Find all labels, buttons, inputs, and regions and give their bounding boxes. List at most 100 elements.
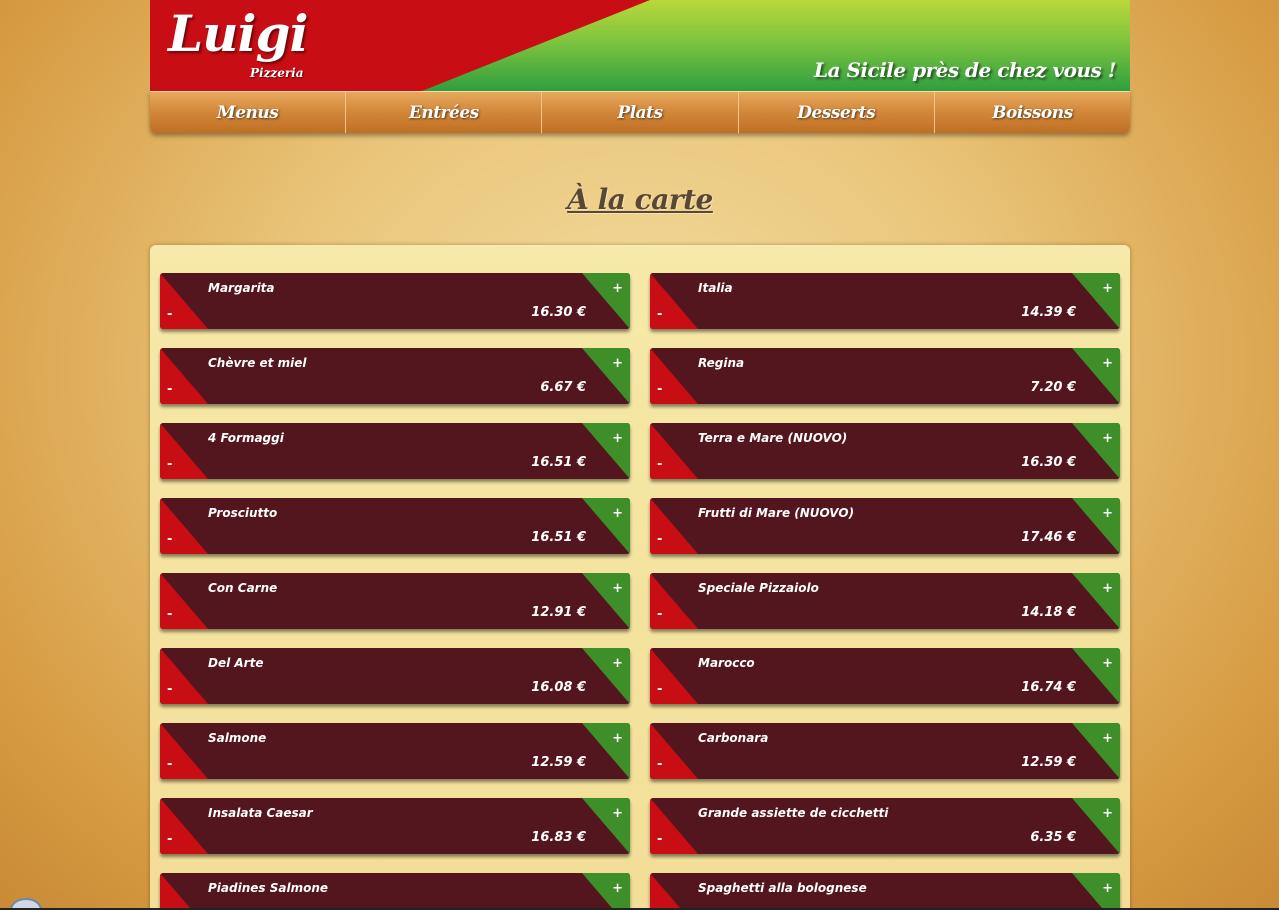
menu-item-name: Marocco (698, 656, 755, 670)
menu-item-card: - + Regina 7.20 € (650, 348, 1120, 404)
menu-item-card: - + Carbonara 12.59 € (650, 723, 1120, 779)
minus-icon[interactable]: - (167, 607, 172, 622)
decrease-quantity-button[interactable] (160, 873, 208, 910)
menu-item-price: 14.18 € (1021, 605, 1076, 620)
plus-icon[interactable]: + (1102, 581, 1113, 596)
menu-item-price: 12.59 € (531, 755, 586, 770)
menu-item-card: - + Grande assiette de cicchetti 6.35 € (650, 798, 1120, 854)
menu-item-card: -+Spaghetti alla bolognese (650, 873, 1120, 910)
plus-icon[interactable]: + (1102, 881, 1113, 896)
menu-item-name: Piadines Salmone (208, 881, 328, 895)
logo-subtitle: Pizzeria (250, 66, 304, 80)
nav-item-desserts[interactable]: Desserts (739, 92, 935, 133)
menu-item-card: - + Prosciutto 16.51 € (160, 498, 630, 554)
menu-item-card: - + Italia 14.39 € (650, 273, 1120, 329)
plus-icon[interactable]: + (612, 581, 623, 596)
menu-item-name: Insalata Caesar (208, 806, 313, 820)
menu-panel: - + Margarita 16.30 € - + Italia 14.39 € - + Chèvr… (150, 245, 1130, 910)
menu-item-card: - + Frutti di Mare (NUOVO) 17.46 € (650, 498, 1120, 554)
minus-icon[interactable]: - (167, 532, 172, 547)
menu-item-card: - +4 Formaggi 16.51 € (160, 423, 630, 479)
menu-item-price: 12.91 € (531, 605, 586, 620)
menu-item-price: 16.74 € (1021, 680, 1076, 695)
menu-item-card: - + Marocco 16.74 € (650, 648, 1120, 704)
menu-item-price: 6.35 € (1030, 830, 1076, 845)
plus-icon[interactable]: + (1102, 356, 1113, 371)
minus-icon[interactable]: - (657, 307, 662, 322)
menu-item-name: Italia (698, 281, 733, 295)
menu-item-name: Speciale Pizzaiolo (698, 581, 819, 595)
menu-item-price: 12.59 € (1021, 755, 1076, 770)
plus-icon[interactable]: + (1102, 281, 1113, 296)
menu-item-name: Spaghetti alla bolognese (698, 881, 867, 895)
nav-item-plats[interactable]: Plats (542, 92, 739, 133)
minus-icon[interactable]: - (167, 682, 172, 697)
menu-item-card: - + Insalata Caesar 16.83 € (160, 798, 630, 854)
menu-item-name: Salmone (208, 731, 267, 745)
menu-item-name: Prosciutto (208, 506, 278, 520)
menu-item-name: Del Arte (208, 656, 264, 670)
nav-item-entrees[interactable]: Entrées (346, 92, 543, 133)
menu-item-price: 16.51 € (531, 530, 586, 545)
menu-item-name: 4 Formaggi (208, 431, 284, 445)
menu-item-name: Terra e Mare (NUOVO) (698, 431, 848, 445)
minus-icon[interactable]: - (657, 682, 662, 697)
minus-icon[interactable]: - (167, 307, 172, 322)
minus-icon[interactable]: - (167, 457, 172, 472)
minus-icon[interactable]: - (657, 757, 662, 772)
minus-icon[interactable]: - (167, 832, 172, 847)
menu-item-price: 7.20 € (1030, 380, 1076, 395)
minus-icon[interactable]: - (657, 607, 662, 622)
minus-icon[interactable]: - (167, 382, 172, 397)
plus-icon[interactable]: + (612, 731, 623, 746)
menu-item-price: 14.39 € (1021, 305, 1076, 320)
minus-icon[interactable]: - (657, 457, 662, 472)
site-tagline: La Sicile près de chez vous ! (814, 58, 1117, 82)
menu-item-name: Margarita (208, 281, 275, 295)
nav-item-menus[interactable]: Menus (150, 92, 347, 133)
menu-item-name: Carbonara (698, 731, 769, 745)
menu-item-card: -+Piadines Salmone (160, 873, 630, 910)
plus-icon[interactable]: + (612, 506, 623, 521)
menu-item-card: - + Chèvre et miel 6.67 € (160, 348, 630, 404)
menu-item-name: Frutti di Mare (NUOVO) (698, 506, 855, 520)
menu-item-name: Con Carne (208, 581, 278, 595)
site-header: Luigi Pizzeria La Sicile près de chez vo… (150, 0, 1130, 91)
menu-item-name: Chèvre et miel (208, 356, 307, 370)
menu-item-name: Grande assiette de cicchetti (698, 806, 889, 820)
page-header-area: Luigi Pizzeria La Sicile près de chez vo… (150, 0, 1130, 216)
menu-item-card: - + Speciale Pizzaiolo 14.18 € (650, 573, 1120, 629)
site-logo[interactable]: Luigi (168, 4, 308, 63)
minus-icon[interactable]: - (657, 382, 662, 397)
menu-item-price: 17.46 € (1021, 530, 1076, 545)
plus-icon[interactable]: + (612, 656, 623, 671)
menu-item-card: - + Del Arte 16.08 € (160, 648, 630, 704)
menu-item-price: 16.83 € (531, 830, 586, 845)
decrease-quantity-button[interactable] (650, 873, 698, 910)
menu-item-name: Regina (698, 356, 745, 370)
minus-icon[interactable]: - (167, 757, 172, 772)
menu-item-price: 16.51 € (531, 455, 586, 470)
menu-item-card: - + Salmone 12.59 € (160, 723, 630, 779)
plus-icon[interactable]: + (1102, 656, 1113, 671)
minus-icon[interactable]: - (657, 832, 662, 847)
plus-icon[interactable]: + (1102, 431, 1113, 446)
menu-item-price: 16.30 € (531, 305, 586, 320)
plus-icon[interactable]: + (612, 356, 623, 371)
plus-icon[interactable]: + (1102, 731, 1113, 746)
menu-grid: - + Margarita 16.30 € - + Italia 14.39 € - + Chèvr… (160, 273, 1120, 910)
menu-item-card: - + Terra e Mare (NUOVO) 16.30 € (650, 423, 1120, 479)
menu-item-card: - + Con Carne 12.91 € (160, 573, 630, 629)
menu-item-card: - + Margarita 16.30 € (160, 273, 630, 329)
main-nav: Menus Entrées Plats Desserts Boissons (150, 91, 1130, 133)
nav-item-boissons[interactable]: Boissons (935, 92, 1130, 133)
plus-icon[interactable]: + (612, 806, 623, 821)
minus-icon[interactable]: - (657, 532, 662, 547)
plus-icon[interactable]: + (612, 281, 623, 296)
plus-icon[interactable]: + (1102, 806, 1113, 821)
page-title: À la carte (567, 183, 713, 216)
menu-item-price: 16.30 € (1021, 455, 1076, 470)
plus-icon[interactable]: + (612, 431, 623, 446)
plus-icon[interactable]: + (1102, 506, 1113, 521)
plus-icon[interactable]: + (612, 881, 623, 896)
